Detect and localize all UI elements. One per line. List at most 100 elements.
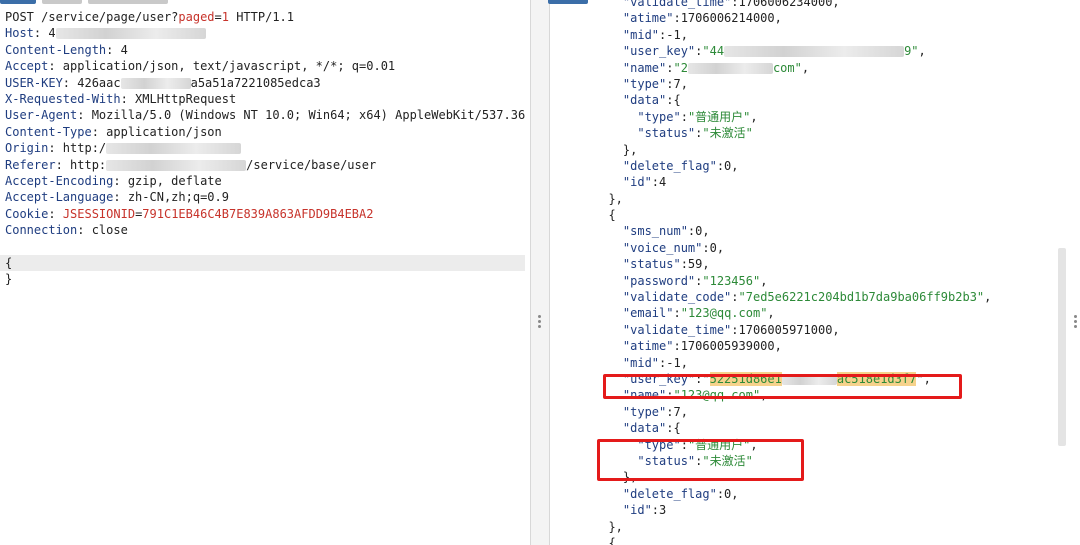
code-token: Content-Length xyxy=(5,42,107,57)
code-token: "data" xyxy=(594,93,667,108)
request-line: Accept-Encoding: gzip, deflate xyxy=(5,173,525,189)
code-token: User-Agent xyxy=(5,108,78,123)
request-line: Connection: close xyxy=(5,222,525,238)
splitter-grip-icon[interactable] xyxy=(538,315,541,330)
code-token: Origin xyxy=(5,141,49,156)
code-token: :7, xyxy=(666,76,688,91)
response-line: "atime":1706006214000, xyxy=(594,10,991,26)
code-token: :1706006214000, xyxy=(673,11,782,26)
response-line: { xyxy=(594,207,991,223)
code-token: "id" xyxy=(594,175,652,190)
code-token: :4 xyxy=(651,175,667,190)
response-line: "type":"普通用户", xyxy=(594,109,991,125)
code-token: Referer xyxy=(5,157,56,172)
response-line: "id":4 xyxy=(594,174,991,190)
code-token: : zh-CN,zh;q=0.9 xyxy=(113,190,229,205)
code-token: :1706006234000, xyxy=(731,0,840,9)
code-token: }, xyxy=(594,519,623,534)
code-token: : xyxy=(731,290,739,305)
request-line: Referer: http: /service/base/user xyxy=(5,157,525,173)
response-line: "validate_time":1706005971000, xyxy=(594,322,991,338)
redacted-blur xyxy=(120,77,191,89)
code-token: Accept-Encoding xyxy=(5,173,114,188)
request-editor[interactable]: POST /service/page/user?paged=1 HTTP/1.1… xyxy=(0,0,530,545)
code-token: :0, xyxy=(687,224,710,239)
redacted-blur xyxy=(106,159,247,171)
code-token: :59, xyxy=(680,257,710,272)
request-line: { xyxy=(0,254,525,272)
code-token: X-Requested-With xyxy=(5,91,121,106)
response-line: }, xyxy=(594,519,991,535)
code-token: :0, xyxy=(716,486,739,501)
response-line: "status":59, xyxy=(594,256,991,272)
response-line: "password":"123456", xyxy=(594,273,991,289)
more-icon[interactable] xyxy=(1074,315,1077,330)
code-token: :3 xyxy=(651,503,667,518)
code-token: : gzip, deflate xyxy=(113,173,222,188)
code-token: "44 xyxy=(702,44,725,59)
code-token: "validate_time" xyxy=(594,322,732,337)
highlight-box-data xyxy=(597,439,804,481)
code-token: Accept-Language xyxy=(5,190,114,205)
response-line: "type":7, xyxy=(594,76,991,92)
request-tab[interactable] xyxy=(42,0,82,4)
code-token: "user_key" xyxy=(594,44,696,59)
code-token: "普通用户" xyxy=(687,109,751,124)
code-token: "123@qq.com" xyxy=(680,306,768,321)
code-token: : xyxy=(680,109,688,124)
code-token: : xyxy=(48,206,63,221)
code-token: HTTP/1.1 xyxy=(228,10,295,24)
code-token: , xyxy=(767,306,775,321)
code-token: Cookie xyxy=(5,206,49,221)
code-token: :0, xyxy=(716,158,739,173)
code-token: Host xyxy=(5,26,34,41)
code-token: :1706005971000, xyxy=(731,322,840,337)
code-token: : 426aac xyxy=(62,75,121,90)
response-line: "delete_flag":0, xyxy=(594,486,991,502)
response-tab[interactable] xyxy=(548,0,588,4)
code-token: :{ xyxy=(666,93,681,108)
response-line: "id":3 xyxy=(594,502,991,518)
code-token: : application/json xyxy=(91,124,222,139)
code-token: : http: xyxy=(55,157,107,172)
code-token: { xyxy=(594,535,616,545)
request-tab-strip xyxy=(0,0,168,4)
request-line: Content-Type: application/json xyxy=(5,124,525,140)
code-token: :-1, xyxy=(659,27,688,42)
code-token: }, xyxy=(594,142,638,157)
code-token: "email" xyxy=(594,306,674,321)
vertical-scrollbar[interactable] xyxy=(1058,248,1066,446)
code-token: a5a51a7221085edca3 xyxy=(190,75,321,90)
code-token: USER-KEY xyxy=(5,75,63,90)
code-token: :{ xyxy=(666,421,681,436)
request-lines: POST /service/page/user?paged=1 HTTP/1.1… xyxy=(0,9,525,288)
code-token: : http:/ xyxy=(48,141,107,156)
response-line: "email":"123@qq.com", xyxy=(594,305,991,321)
response-line: "data":{ xyxy=(594,92,991,108)
request-line: Content-Length: 4 xyxy=(5,42,525,58)
request-tab[interactable] xyxy=(0,0,36,4)
code-token: "未激活" xyxy=(702,126,753,141)
request-line: User-Agent: Mozilla/5.0 (Windows NT 10.0… xyxy=(5,107,525,123)
response-line: "name":"2 com", xyxy=(594,60,991,76)
request-line: Cookie: JSESSIONID=791C1EB46C4B7E839A863… xyxy=(5,206,525,222)
code-token: "7ed5e6221c204bd1b7da9ba06ff9b2b3" xyxy=(738,290,985,305)
code-token: com" xyxy=(772,60,802,75)
code-token: "status" xyxy=(594,257,681,272)
request-tab[interactable] xyxy=(88,0,168,4)
code-token: : 4 xyxy=(106,42,128,57)
request-line: Accept-Language: zh-CN,zh;q=0.9 xyxy=(5,189,525,205)
code-token: , xyxy=(801,60,810,75)
code-token: "mid" xyxy=(594,355,660,370)
code-token: : Mozilla/5.0 (Windows NT 10.0; Win64; x… xyxy=(77,108,526,123)
response-line: "validate_code":"7ed5e6221c204bd1b7da9ba… xyxy=(594,289,992,305)
code-token: , xyxy=(984,290,992,305)
code-token: :0, xyxy=(702,240,725,255)
code-token: : application/json, text/javascript, */*… xyxy=(48,59,396,74)
code-token: paged xyxy=(178,10,215,24)
code-token: "validate_time" xyxy=(594,0,732,9)
request-line: POST /service/page/user?paged=1 HTTP/1.1 xyxy=(5,9,525,25)
pane-splitter[interactable] xyxy=(530,0,550,545)
code-token: "mid" xyxy=(594,27,660,42)
response-line: "mid":-1, xyxy=(594,27,991,43)
